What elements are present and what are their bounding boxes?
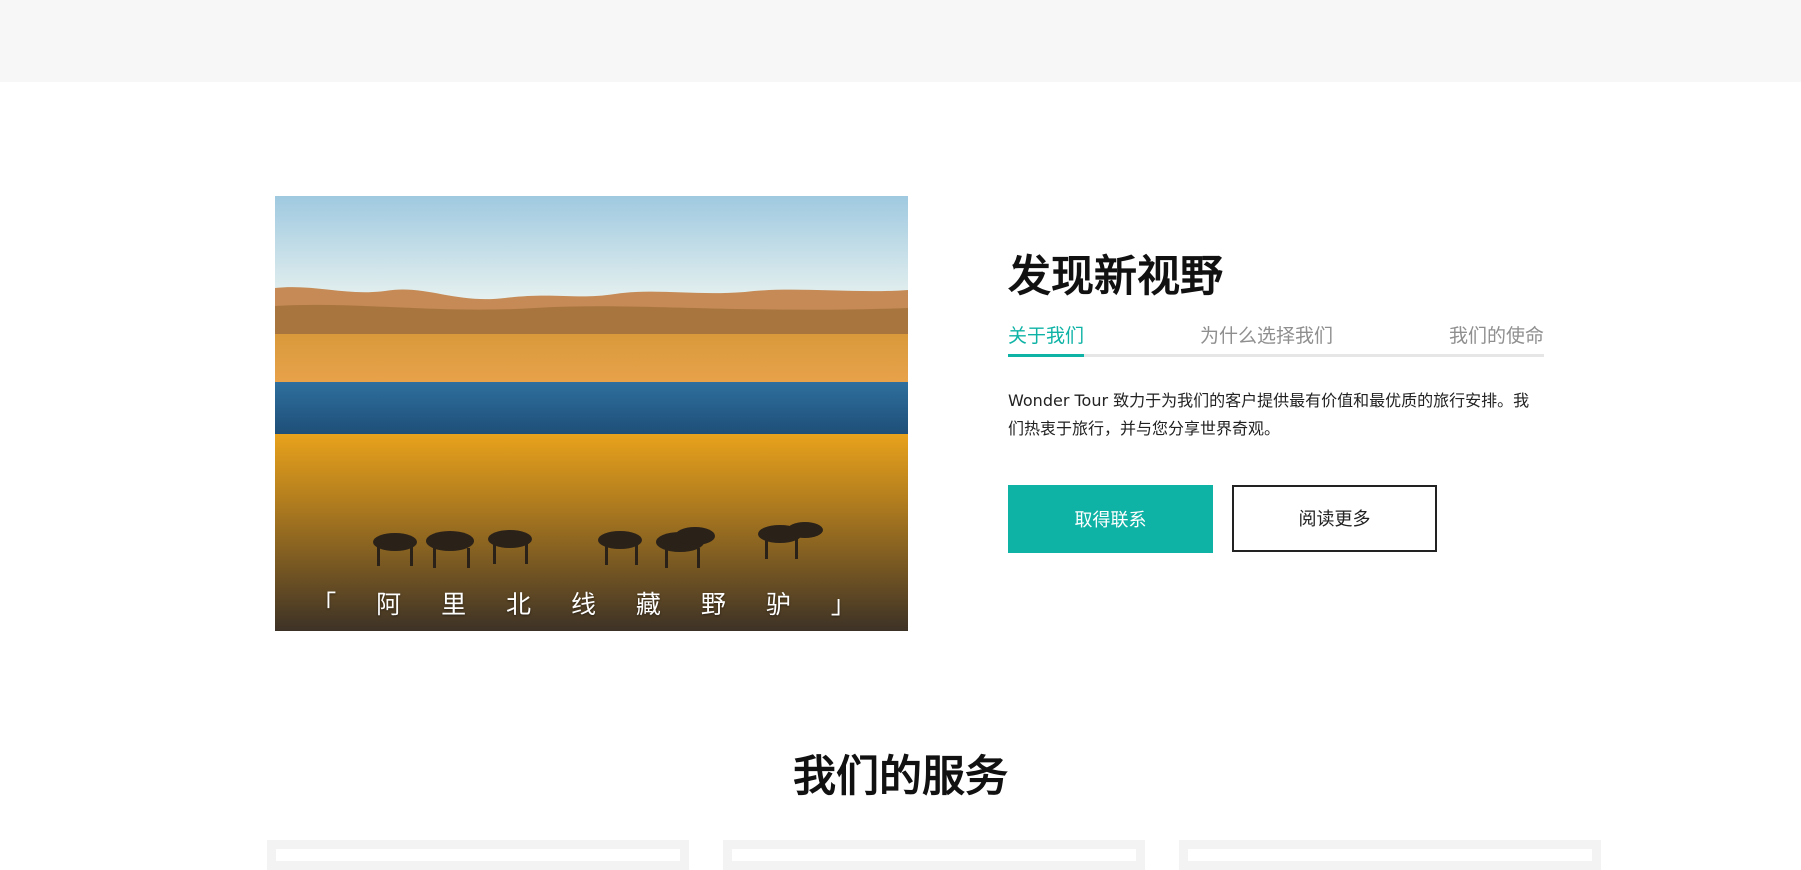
read-more-button[interactable]: 阅读更多 — [1232, 484, 1437, 552]
service-card-body — [1188, 849, 1592, 861]
about-tabs: 关于我们 为什么选择我们 我们的使命 — [1008, 324, 1544, 357]
section-title: 发现新视野 — [1008, 252, 1223, 302]
tab-our-mission[interactable]: 我们的使命 — [1449, 324, 1544, 354]
tab-why-choose-us[interactable]: 为什么选择我们 — [1200, 324, 1333, 354]
contact-button[interactable]: 取得联系 — [1008, 484, 1213, 553]
about-description: Wonder Tour 致力于为我们的客户提供最有价值和最优质的旅行安排。我们热… — [1008, 390, 1530, 438]
top-navigation-band — [0, 0, 1801, 82]
services-title: 我们的服务 — [793, 752, 1008, 802]
service-card-body — [732, 849, 1136, 861]
tab-about-us[interactable]: 关于我们 — [1008, 324, 1085, 357]
landscape-illustration — [275, 196, 908, 631]
action-buttons: 取得联系 阅读更多 — [1008, 484, 1544, 553]
about-section: 发现新视野 关于我们 为什么选择我们 我们的使命 Wonder Tour 致力于… — [1008, 252, 1544, 553]
service-card-body — [276, 849, 680, 861]
service-card[interactable] — [267, 840, 689, 870]
hero-caption: 「 阿 里 北 线 藏 野 驴 」 — [311, 590, 872, 619]
service-card[interactable] — [723, 840, 1145, 870]
hero-photo-wild-donkeys: 「 阿 里 北 线 藏 野 驴 」 — [275, 196, 908, 631]
service-card[interactable] — [1179, 840, 1601, 870]
